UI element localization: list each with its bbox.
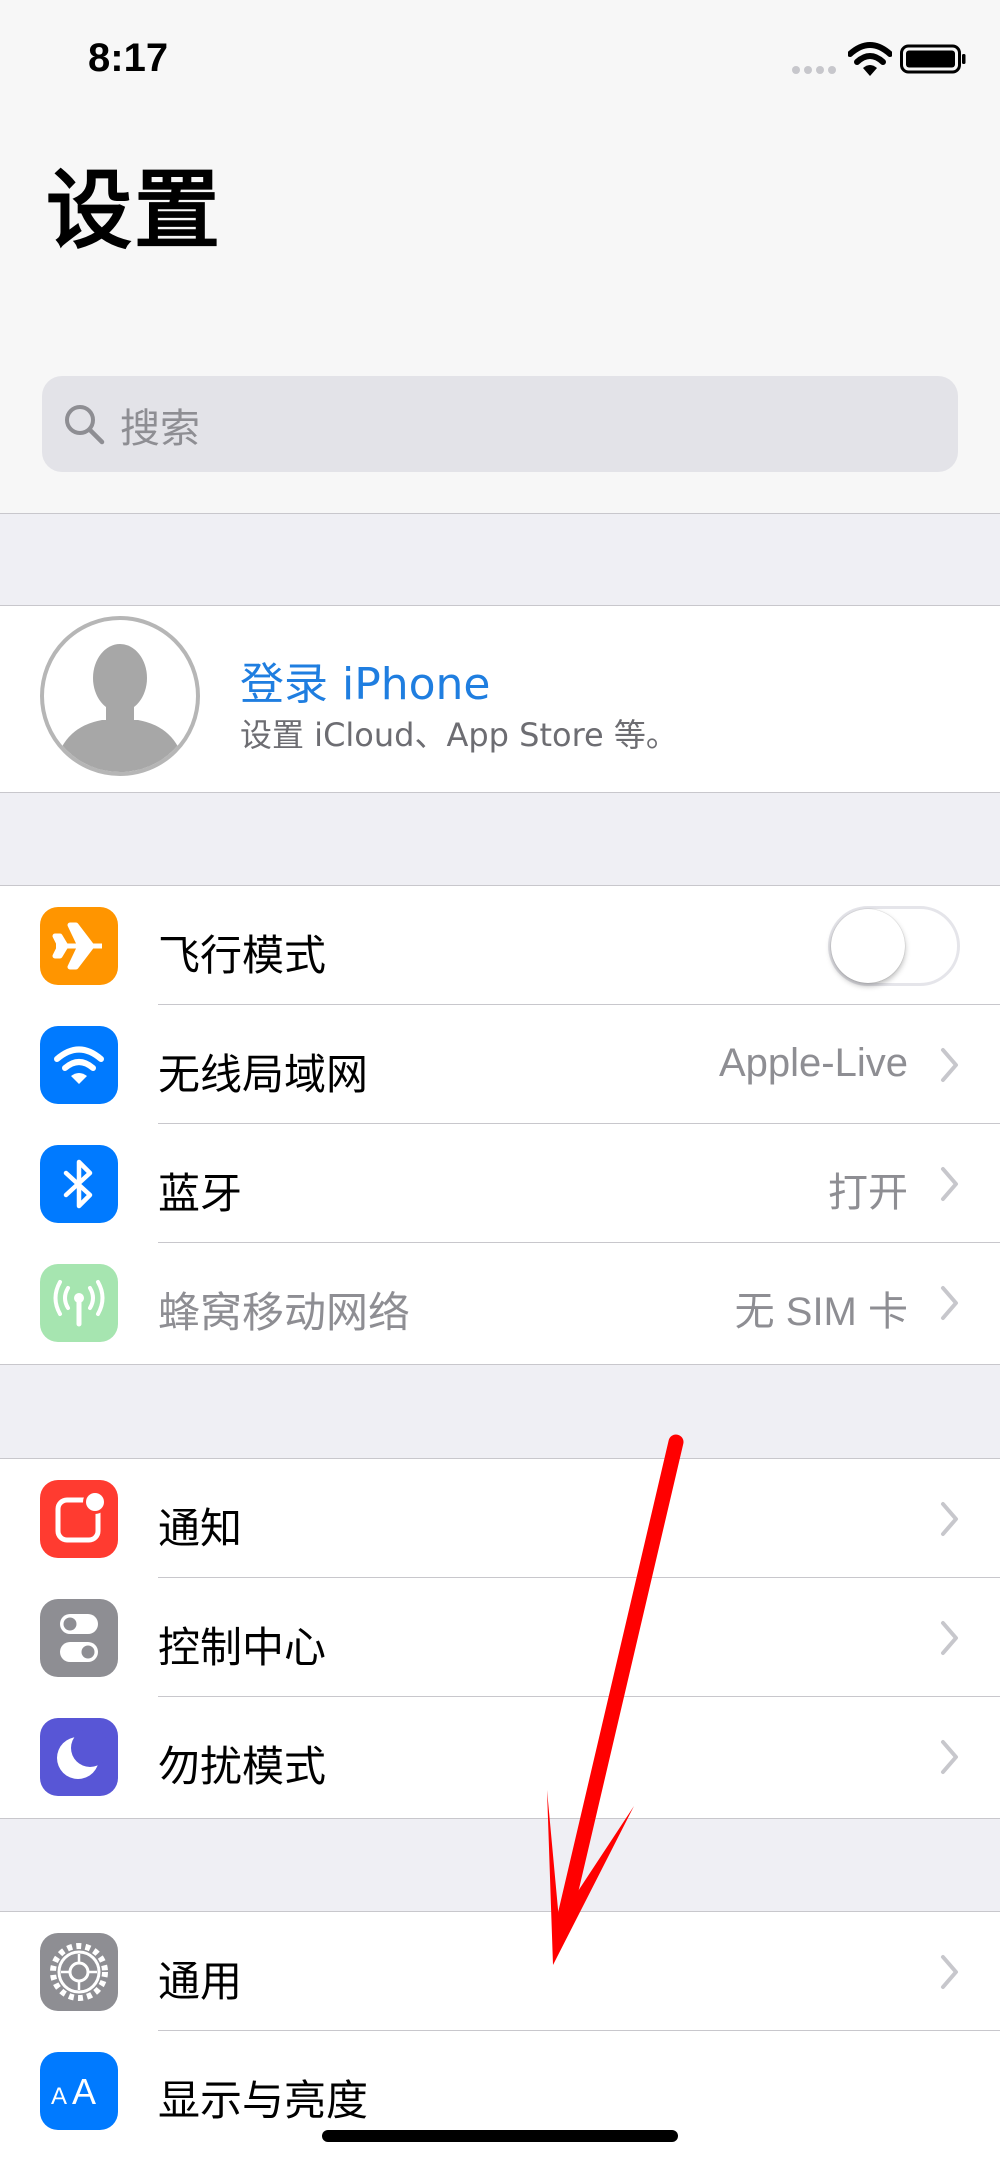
red-arrow-annotation	[547, 1434, 684, 1965]
home-indicator[interactable]	[322, 2130, 678, 2142]
